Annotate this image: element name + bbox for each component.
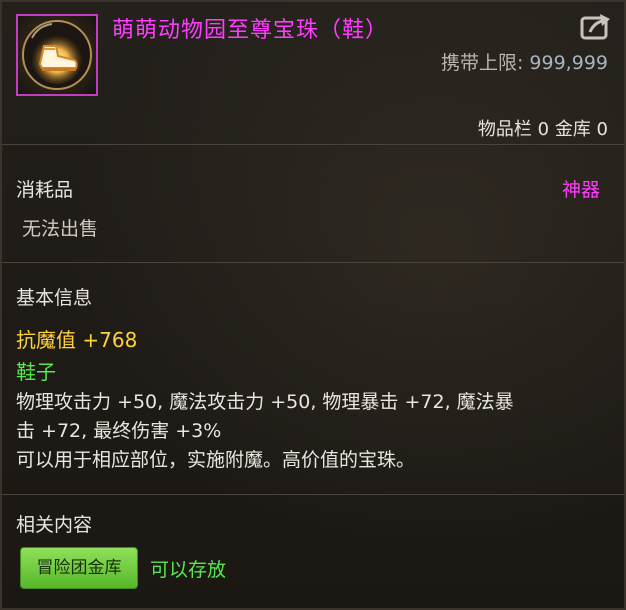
desc-line: 可以用于相应部位，实施附魔。高价值的宝珠。 — [16, 449, 416, 471]
sell-note: 无法出售 — [22, 218, 99, 240]
divider — [2, 144, 624, 145]
item-description: 物理攻击力 +50, 魔法攻击力 +50, 物理暴击 +72, 魔法暴 击 +7… — [16, 388, 614, 475]
rarity-label: 神器 — [561, 179, 600, 201]
magic-resist-stat: 抗魔值 +768 — [16, 328, 138, 352]
desc-line: 击 +72, 最终伤害 +3% — [16, 420, 222, 442]
basic-info-heading: 基本信息 — [16, 287, 93, 309]
item-type: 消耗品 — [16, 179, 74, 201]
share-icon[interactable] — [578, 10, 614, 42]
storable-status: 可以存放 — [150, 559, 227, 581]
related-heading: 相关内容 — [16, 514, 93, 536]
tooltip-header: 萌萌动物园至尊宝珠（鞋） 携带上限: 999,999 物品栏 0 金库 0 — [2, 2, 624, 144]
adventure-vault-button[interactable]: 冒险团金库 — [20, 547, 138, 589]
carry-limit: 携带上限: 999,999 — [441, 48, 608, 75]
divider — [2, 262, 624, 263]
divider — [2, 494, 624, 495]
equip-slot: 鞋子 — [16, 360, 56, 384]
desc-line: 物理攻击力 +50, 魔法攻击力 +50, 物理暴击 +72, 魔法暴 — [16, 391, 514, 413]
orb-shoe-icon — [16, 14, 98, 96]
carry-limit-label: 携带上限: — [440, 52, 524, 74]
inventory-count: 物品栏 0 金库 0 — [477, 119, 608, 140]
item-tooltip: 萌萌动物园至尊宝珠（鞋） 携带上限: 999,999 物品栏 0 金库 0 消耗… — [0, 0, 626, 610]
carry-limit-value: 999,999 — [529, 52, 608, 74]
item-title: 萌萌动物园至尊宝珠（鞋） — [112, 18, 389, 43]
